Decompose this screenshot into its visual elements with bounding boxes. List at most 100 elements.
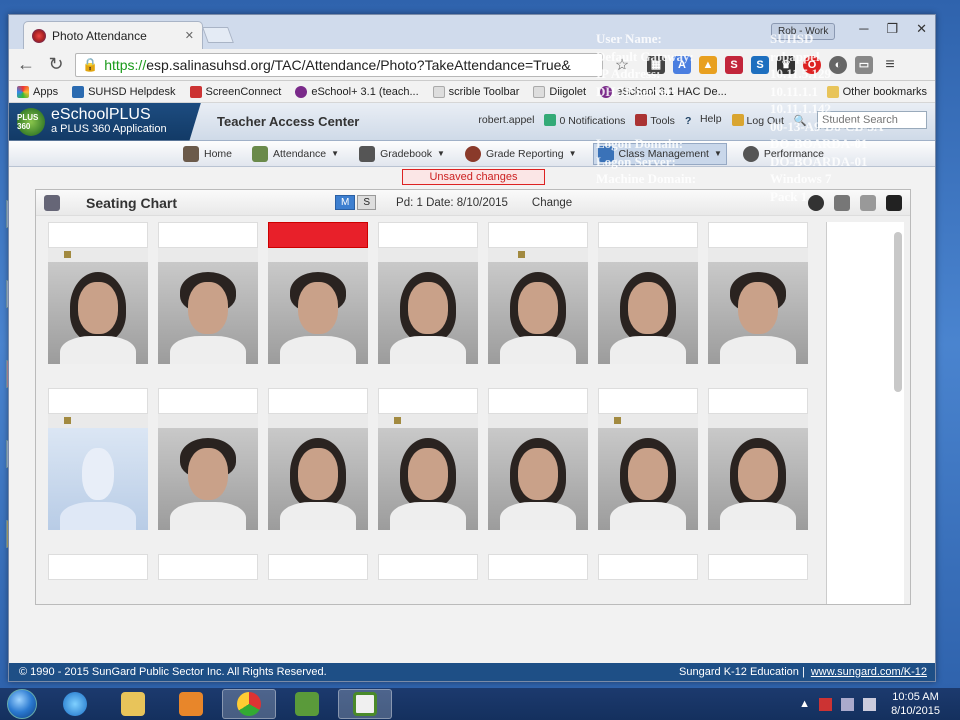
speaker-icon[interactable] — [863, 697, 877, 711]
chrome-icon — [237, 692, 261, 716]
flag-icon — [64, 417, 71, 424]
student-seat[interactable] — [598, 388, 698, 530]
student-seat[interactable] — [48, 222, 148, 364]
taskbar-ie[interactable] — [48, 689, 102, 719]
student-seat[interactable] — [48, 388, 148, 530]
start-button[interactable] — [0, 688, 44, 720]
help-link[interactable]: ? Help — [685, 113, 722, 127]
performance-gauge-icon — [742, 145, 759, 162]
bookmark-scrible[interactable]: scrible Toolbar — [432, 85, 519, 98]
bookmark-star-icon[interactable]: ☆ — [611, 54, 633, 76]
student-seat[interactable] — [158, 222, 258, 364]
extension-icon[interactable]: ♛ — [777, 55, 795, 74]
student-seat[interactable] — [708, 222, 808, 364]
sungard-link[interactable]: www.sungard.com/K-12 — [811, 666, 927, 678]
student-photo — [268, 428, 368, 530]
menu-gradebook[interactable]: Gradebook ▼ — [355, 144, 449, 164]
student-seat[interactable] — [708, 388, 808, 530]
settings-gear-icon[interactable] — [808, 194, 824, 211]
network-icon[interactable] — [841, 697, 855, 711]
save-icon[interactable] — [886, 194, 902, 211]
taskbar-chrome[interactable] — [222, 689, 276, 719]
extension-icon[interactable]: ▦ — [647, 55, 665, 74]
bookmark-screenconnect[interactable]: ScreenConnect — [189, 85, 281, 98]
bookmark-suhsd-helpdesk[interactable]: SUHSD Helpdesk — [72, 85, 176, 98]
student-seat[interactable] — [598, 554, 698, 580]
bookmark-apps[interactable]: Apps — [17, 85, 58, 98]
reload-icon[interactable]: ↻ — [45, 54, 67, 76]
close-tab-icon[interactable]: ✕ — [185, 29, 194, 42]
extension-icon[interactable]: S — [751, 55, 769, 74]
student-seat[interactable] — [378, 388, 478, 530]
student-seat[interactable] — [158, 388, 258, 530]
menu-home[interactable]: Home — [179, 144, 236, 164]
taskbar-media-player[interactable] — [164, 689, 218, 719]
student-seat[interactable] — [378, 554, 478, 580]
student-seat[interactable] — [158, 554, 258, 580]
extension-icon[interactable]: S — [725, 55, 743, 74]
view-mode-s[interactable]: S — [357, 195, 377, 210]
view-mode-m[interactable]: M — [335, 195, 356, 210]
menu-performance[interactable]: Performance — [739, 144, 828, 164]
minimize-icon[interactable]: ─ — [859, 21, 868, 37]
student-search-input[interactable] — [817, 111, 927, 129]
clock[interactable]: 10:05 AM 8/10/2015 — [891, 690, 940, 718]
cast-icon[interactable]: ▭ — [855, 55, 873, 74]
student-seat[interactable] — [488, 554, 588, 580]
student-name-blurred — [268, 388, 368, 414]
tools-link[interactable]: Tools — [635, 113, 675, 127]
bookmarks-bar: Apps SUHSD Helpdesk ScreenConnect eSchoo… — [9, 81, 935, 103]
student-name-blurred — [488, 554, 588, 580]
menu-attendance[interactable]: Attendance ▼ — [248, 144, 343, 164]
student-seat[interactable] — [378, 222, 478, 364]
student-seat[interactable] — [488, 222, 588, 364]
panel-tools — [808, 194, 902, 211]
vertical-scrollbar[interactable] — [894, 232, 902, 392]
extension-icon[interactable]: ▲ — [699, 55, 717, 74]
menu-class-management[interactable]: Class Management ▼ — [592, 142, 727, 165]
taskbar-explorer[interactable] — [106, 689, 160, 719]
new-tab-button[interactable] — [202, 27, 234, 43]
taskbar-camtasia[interactable] — [280, 689, 334, 719]
student-seat[interactable] — [708, 554, 808, 580]
menu-grade-reporting[interactable]: Grade Reporting ▼ — [461, 144, 581, 164]
seating-chart-title: Seating Chart — [86, 194, 178, 211]
translate-icon[interactable]: A — [673, 55, 691, 74]
taskbar-camtasia-recorder[interactable] — [338, 689, 392, 719]
student-seat[interactable] — [598, 222, 698, 364]
student-seat[interactable] — [268, 388, 368, 530]
bookmark-diigolet[interactable]: Diigolet — [533, 85, 586, 98]
student-seat[interactable] — [268, 222, 368, 364]
maximize-icon[interactable]: ❐ — [886, 21, 898, 37]
close-window-icon[interactable]: ✕ — [916, 21, 927, 37]
address-bar: ← ↻ 🔒 https://esp.salinasuhsd.org/TAC/At… — [9, 49, 935, 81]
user-name: robert.appel — [478, 114, 535, 126]
url-input[interactable]: 🔒 https://esp.salinasuhsd.org/TAC/Attend… — [75, 52, 603, 77]
show-hidden-icons[interactable]: ▲ — [799, 698, 810, 710]
helpdesk-icon — [72, 85, 85, 98]
student-seat[interactable] — [268, 554, 368, 580]
extension-icon[interactable]: ◐ — [829, 55, 847, 74]
user-icon[interactable] — [834, 194, 850, 211]
student-seat[interactable] — [488, 388, 588, 530]
eschoolplus-brand[interactable]: PLUS 360 eSchoolPLUS a PLUS 360 Applicat… — [9, 102, 201, 141]
tab-photo-attendance[interactable]: Photo Attendance ✕ — [23, 21, 203, 49]
student-name-blurred — [48, 554, 148, 580]
extension-icon[interactable]: O — [803, 55, 821, 74]
system-tray: ▲ 10:05 AM 8/10/2015 — [799, 690, 960, 718]
print-icon[interactable] — [860, 194, 876, 211]
change-link[interactable]: Change — [532, 197, 572, 209]
notifications-link[interactable]: 0 Notifications — [544, 113, 625, 127]
action-center-icon[interactable] — [819, 697, 833, 711]
bookmark-eschool-teach[interactable]: eSchool+ 3.1 (teach... — [295, 85, 419, 98]
student-name-blurred — [488, 222, 588, 248]
bookmark-eschool-hac[interactable]: eSchool 3.1 HAC De... — [600, 85, 727, 98]
site-favicon-icon — [32, 28, 46, 43]
menu-icon[interactable]: ≡ — [881, 56, 899, 74]
logout-link[interactable]: Log Out — [731, 113, 784, 127]
back-icon[interactable]: ← — [15, 54, 37, 76]
student-seat[interactable] — [48, 554, 148, 580]
profile-button[interactable]: Rob - Work — [771, 23, 836, 40]
seating-chart-panel: Seating Chart M S Pd: 1 Date: 8/10/2015 … — [35, 189, 911, 605]
other-bookmarks[interactable]: Other bookmarks — [826, 85, 927, 98]
